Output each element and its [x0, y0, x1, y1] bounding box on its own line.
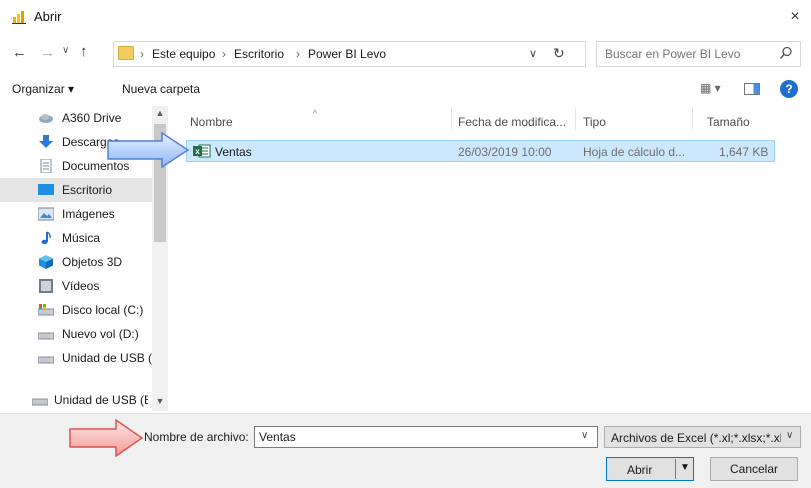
sidebar-item-label: A360 Drive — [62, 111, 122, 125]
sidebar-item-objetos-3d[interactable]: Objetos 3D — [0, 250, 152, 274]
breadcrumb-escritorio[interactable]: Escritorio — [234, 47, 284, 61]
change-view-button[interactable]: ▦ ▾ — [700, 81, 721, 95]
open-options-dropdown[interactable]: ▼ — [680, 462, 690, 473]
sort-ascending-icon: ^ — [313, 108, 318, 118]
forward-button[interactable]: → — [40, 44, 55, 61]
sidebar-item-escritorio[interactable]: Escritorio — [0, 178, 152, 202]
column-header-tamano[interactable]: Tamaño — [707, 115, 750, 129]
open-button[interactable]: Abrir ▼ — [606, 457, 694, 481]
red-pointer-arrow — [69, 418, 144, 458]
open-button-label: Abrir — [627, 463, 653, 477]
usb-drive-icon — [38, 356, 54, 364]
column-divider[interactable] — [692, 108, 693, 130]
local-disk-icon — [38, 304, 54, 316]
blue-pointer-arrow — [107, 131, 190, 169]
search-box[interactable] — [596, 41, 801, 67]
filename-combobox[interactable]: ∨ — [254, 426, 598, 448]
sidebar-item-label: Unidad de USB ( — [62, 351, 152, 365]
column-divider[interactable] — [451, 108, 452, 130]
scroll-down-icon[interactable]: ▼ — [152, 396, 168, 410]
file-row-ventas[interactable]: x Ventas 26/03/2019 10:00 Hoja de cálcul… — [186, 140, 775, 162]
sidebar-item-label: Disco local (C:) — [62, 303, 144, 317]
document-icon — [40, 159, 52, 173]
up-button[interactable]: ↑ — [80, 43, 88, 60]
new-folder-button[interactable]: Nueva carpeta — [122, 82, 200, 96]
cloud-icon — [39, 114, 53, 123]
sidebar-item-musica[interactable]: Música — [0, 226, 152, 250]
preview-pane-icon[interactable] — [744, 83, 760, 95]
music-icon — [41, 231, 51, 245]
filetype-selected: Archivos de Excel (*.xl;*.xlsx;*.xl: — [611, 431, 781, 445]
column-header-fecha[interactable]: Fecha de modifica... — [458, 115, 566, 129]
breadcrumb-este-equipo[interactable]: Este equipo — [152, 47, 215, 61]
power-bi-icon — [12, 11, 26, 24]
file-name: Ventas — [215, 145, 252, 159]
filename-label: Nombre de archivo: — [144, 430, 249, 444]
scroll-up-icon[interactable]: ▲ — [152, 108, 168, 122]
filetype-select[interactable]: Archivos de Excel (*.xl;*.xlsx;*.xl: ∨ — [604, 426, 801, 448]
sidebar-item-disco-local-c[interactable]: Disco local (C:) — [0, 298, 152, 322]
file-modified: 26/03/2019 10:00 — [458, 145, 552, 159]
sidebar-item-nuevo-vol-d[interactable]: Nuevo vol (D:) — [0, 322, 152, 346]
sidebar-item-label: Imágenes — [62, 207, 115, 221]
search-input[interactable] — [605, 46, 765, 62]
sidebar-item-label: Música — [62, 231, 101, 245]
file-size: 1,647 KB — [719, 145, 769, 159]
download-icon — [39, 135, 53, 148]
pictures-icon — [38, 207, 54, 221]
help-icon[interactable]: ? — [780, 80, 798, 98]
video-icon — [39, 279, 53, 293]
sidebar-item-unidad-usb-e[interactable]: Unidad de USB (E: — [0, 388, 168, 412]
sidebar-item-label: Objetos 3D — [62, 255, 123, 269]
cancel-button[interactable]: Cancelar — [710, 457, 798, 481]
folder-icon — [118, 46, 134, 60]
breadcrumb-separator: › — [140, 47, 144, 61]
desktop-icon — [38, 184, 54, 195]
address-bar[interactable]: › Este equipo › Escritorio › Power BI Le… — [113, 41, 586, 67]
toolbar: Organizar ▾ Nueva carpeta ▦ ▾ ? — [0, 76, 811, 104]
window-title: Abrir — [34, 9, 62, 24]
sidebar-item-label: Nuevo vol (D:) — [62, 327, 139, 341]
sidebar-item-a360-drive[interactable]: A360 Drive — [0, 106, 152, 130]
recent-locations-button[interactable]: ∨ — [62, 45, 69, 56]
breadcrumb-separator: › — [222, 47, 226, 61]
sidebar-item-label: Unidad de USB (E: — [54, 393, 148, 407]
column-header-tipo[interactable]: Tipo — [583, 115, 606, 129]
split-divider — [675, 459, 676, 479]
refresh-icon[interactable]: ↻ — [553, 45, 565, 62]
sidebar-item-unidad-usb-1[interactable]: Unidad de USB ( — [0, 346, 152, 370]
address-history-dropdown[interactable]: ∨ — [529, 47, 537, 60]
usb-drive-icon — [32, 398, 48, 406]
column-divider[interactable] — [575, 108, 576, 130]
breadcrumb-power-bi-levo[interactable]: Power BI Levo — [308, 47, 386, 61]
chevron-down-icon[interactable]: ∨ — [786, 430, 793, 441]
sidebar-item-label: Escritorio — [62, 183, 113, 197]
sidebar-item-videos[interactable]: Vídeos — [0, 274, 152, 298]
search-icon[interactable] — [779, 46, 793, 60]
drive-icon — [38, 332, 54, 340]
svg-text:x: x — [195, 147, 200, 156]
file-type: Hoja de cálculo d... — [583, 145, 686, 159]
breadcrumb-separator: › — [296, 47, 300, 61]
close-button[interactable]: × — [782, 4, 808, 30]
filename-input[interactable] — [259, 430, 569, 444]
column-header-nombre[interactable]: Nombre — [190, 115, 233, 129]
back-button[interactable]: ← — [12, 44, 27, 61]
chevron-down-icon[interactable]: ∨ — [581, 430, 588, 441]
title-bar: Abrir × — [0, 0, 811, 34]
organize-button[interactable]: Organizar ▾ — [12, 82, 74, 96]
cube-icon — [39, 255, 53, 269]
sidebar-item-label: Vídeos — [62, 279, 100, 293]
sidebar-item-imagenes[interactable]: Imágenes — [0, 202, 152, 226]
excel-icon: x — [193, 144, 211, 158]
